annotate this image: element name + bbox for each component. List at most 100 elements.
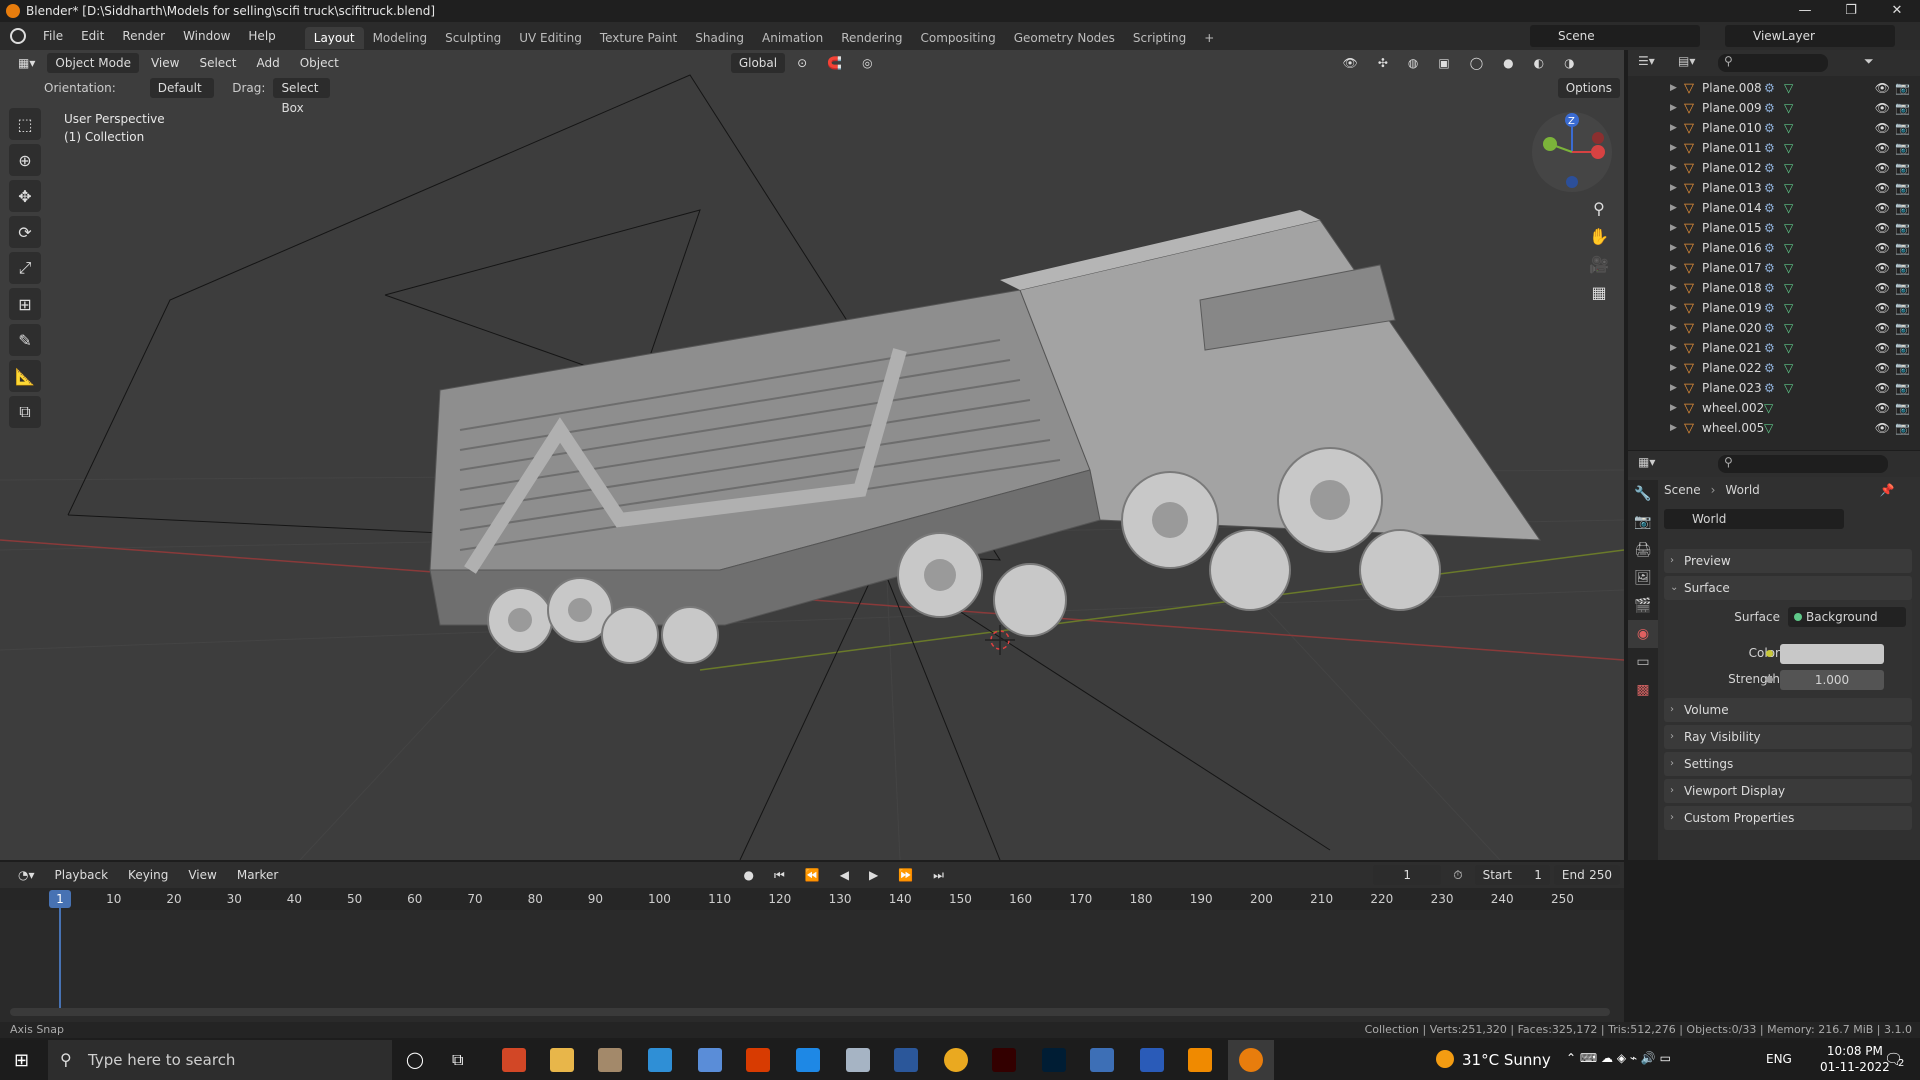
expand-arrow-icon[interactable]: ▶ <box>1670 83 1684 93</box>
blender-menu-icon[interactable] <box>10 28 26 44</box>
mesh-data-icon[interactable]: ▽ <box>1784 141 1806 155</box>
expand-arrow-icon[interactable]: ▶ <box>1670 223 1684 233</box>
modifier-icon[interactable]: ⚙ <box>1764 361 1784 375</box>
world-datablock-field[interactable]: World <box>1664 509 1844 529</box>
chrome-icon[interactable] <box>944 1048 968 1072</box>
clock[interactable]: 10:08 PM 01-11-2022 <box>1820 1043 1890 1075</box>
rendered-shading-icon[interactable]: ◑ <box>1556 53 1582 73</box>
minimize-button[interactable]: — <box>1782 0 1828 22</box>
mesh-data-icon[interactable]: ▽ <box>1784 361 1806 375</box>
transform-orientation-dropdown[interactable]: Global <box>730 53 786 73</box>
editor-type-icon[interactable]: ▦▾ <box>10 53 43 73</box>
render-camera-icon[interactable]: 📷 <box>1895 401 1910 415</box>
overlay-toggle-icon[interactable]: ◍ <box>1400 53 1426 73</box>
visibility-eye-icon[interactable]: 👁 <box>1875 321 1890 335</box>
modifier-icon[interactable]: ⚙ <box>1764 221 1784 235</box>
menu-file[interactable]: File <box>34 22 72 50</box>
transform-tool-icon[interactable]: ⊞ <box>9 288 41 320</box>
pan-hand-icon[interactable]: ✋ <box>1585 222 1613 250</box>
filter-icon[interactable]: ⏷ <box>1864 54 1874 69</box>
visibility-eye-icon[interactable]: 👁 <box>1875 421 1890 435</box>
render-camera-icon[interactable]: 📷 <box>1895 281 1910 295</box>
color-swatch[interactable] <box>1780 644 1884 664</box>
add-workspace-button[interactable]: + <box>1195 27 1223 49</box>
scale-tool-icon[interactable]: ⤢ <box>9 252 41 284</box>
mesh-data-icon[interactable]: ▽ <box>1784 281 1806 295</box>
file-explorer-icon[interactable] <box>550 1048 574 1072</box>
orientation-dropdown[interactable]: Default <box>149 78 215 98</box>
solid-shading-icon[interactable]: ● <box>1495 53 1521 73</box>
snap-icon[interactable]: 🧲 <box>819 53 850 73</box>
3d-viewport[interactable] <box>0 50 1624 860</box>
mesh-data-icon[interactable]: ▽ <box>1784 221 1806 235</box>
modifier-icon[interactable]: ⚙ <box>1764 341 1784 355</box>
task-view-icon[interactable]: ⧉ <box>452 1050 463 1070</box>
jump-start-icon[interactable]: ⏮ <box>766 865 793 885</box>
render-camera-icon[interactable]: 📷 <box>1895 161 1910 175</box>
outliner-item-name[interactable]: wheel.002 <box>1702 401 1764 415</box>
modifier-icon[interactable]: ⚙ <box>1764 241 1784 255</box>
expand-arrow-icon[interactable]: ▶ <box>1670 183 1684 193</box>
next-keyframe-icon[interactable]: ⏩ <box>890 865 921 885</box>
visibility-eye-icon[interactable]: 👁 <box>1875 341 1890 355</box>
modifier-icon[interactable]: ⚙ <box>1764 161 1784 175</box>
outliner-item-name[interactable]: Plane.014 <box>1702 201 1764 215</box>
object-mode-dropdown[interactable]: Object Mode <box>47 53 139 73</box>
mesh-data-icon[interactable]: ▽ <box>1784 261 1806 275</box>
options-dropdown[interactable]: Options <box>1557 78 1620 98</box>
properties-search-input[interactable]: ⚲ <box>1718 455 1888 473</box>
expand-arrow-icon[interactable]: ▶ <box>1670 123 1684 133</box>
app-icon-13[interactable] <box>1090 1048 1114 1072</box>
modifier-icon[interactable]: ⚙ <box>1764 281 1784 295</box>
visibility-eye-icon[interactable]: 👁 <box>1875 361 1890 375</box>
mesh-data-icon[interactable]: ▽ <box>1784 301 1806 315</box>
visibility-eye-icon[interactable]: 👁 <box>1875 281 1890 295</box>
timeline-scrollbar[interactable] <box>10 1008 1610 1016</box>
modifier-icon[interactable]: ⚙ <box>1764 141 1784 155</box>
expand-arrow-icon[interactable]: ▶ <box>1670 323 1684 333</box>
menu-view[interactable]: View <box>143 53 187 73</box>
outliner-item-name[interactable]: Plane.021 <box>1702 341 1764 355</box>
menu-help[interactable]: Help <box>239 22 284 50</box>
app-icon-14[interactable] <box>1140 1048 1164 1072</box>
expand-arrow-icon[interactable]: ▶ <box>1670 263 1684 273</box>
illustrator-icon[interactable] <box>992 1048 1016 1072</box>
menu-timeline-view[interactable]: View <box>180 865 224 885</box>
texture-tab-icon[interactable]: ▩ <box>1628 676 1658 704</box>
panel-preview[interactable]: › Preview <box>1664 549 1912 573</box>
menu-add[interactable]: Add <box>248 53 287 73</box>
view-layer-tab-icon[interactable]: 🖼 <box>1628 564 1658 592</box>
outliner-item-name[interactable]: Plane.011 <box>1702 141 1764 155</box>
prev-keyframe-icon[interactable]: ⏪ <box>797 865 828 885</box>
tab-geometry-nodes[interactable]: Geometry Nodes <box>1005 27 1124 49</box>
weather-text[interactable]: 31°C Sunny <box>1462 1051 1551 1069</box>
output-tab-icon[interactable]: 🖨 <box>1628 536 1658 564</box>
outliner-item[interactable]: ▶ ▽ Plane.020 ⚙ ▽ 👁 📷 <box>1628 318 1920 338</box>
render-camera-icon[interactable]: 📷 <box>1895 201 1910 215</box>
menu-render[interactable]: Render <box>113 22 174 50</box>
display-mode-icon[interactable]: ▤▾ <box>1678 54 1695 68</box>
outliner-item[interactable]: ▶ ▽ Plane.015 ⚙ ▽ 👁 📷 <box>1628 218 1920 238</box>
outliner-item[interactable]: ▶ ▽ Plane.021 ⚙ ▽ 👁 📷 <box>1628 338 1920 358</box>
surface-shader-field[interactable]: Background <box>1788 607 1906 627</box>
modifier-icon[interactable]: ⚙ <box>1764 201 1784 215</box>
add-cube-tool-icon[interactable]: ⧉ <box>9 396 41 428</box>
camera-view-icon[interactable]: 🎥 <box>1585 250 1613 278</box>
store-icon[interactable] <box>698 1048 722 1072</box>
expand-arrow-icon[interactable]: ▶ <box>1670 283 1684 293</box>
modifier-icon[interactable]: ⚙ <box>1764 381 1784 395</box>
render-camera-icon[interactable]: 📷 <box>1895 181 1910 195</box>
tab-sculpting[interactable]: Sculpting <box>436 27 510 49</box>
render-camera-icon[interactable]: 📷 <box>1895 381 1910 395</box>
mesh-data-icon[interactable]: ▽ <box>1784 241 1806 255</box>
outliner-item-name[interactable]: Plane.009 <box>1702 101 1764 115</box>
menu-marker[interactable]: Marker <box>229 865 286 885</box>
rotate-tool-icon[interactable]: ⟳ <box>9 216 41 248</box>
tab-scripting[interactable]: Scripting <box>1124 27 1195 49</box>
tray-icons[interactable]: ⌃ ⌨ ☁ ◈ ⌁ 🔊 ▭ <box>1566 1051 1671 1065</box>
render-camera-icon[interactable]: 📷 <box>1895 261 1910 275</box>
render-camera-icon[interactable]: 📷 <box>1895 141 1910 155</box>
outliner-item-name[interactable]: Plane.022 <box>1702 361 1764 375</box>
app-icon-3[interactable] <box>598 1048 622 1072</box>
restore-button[interactable]: ❐ <box>1828 0 1874 22</box>
